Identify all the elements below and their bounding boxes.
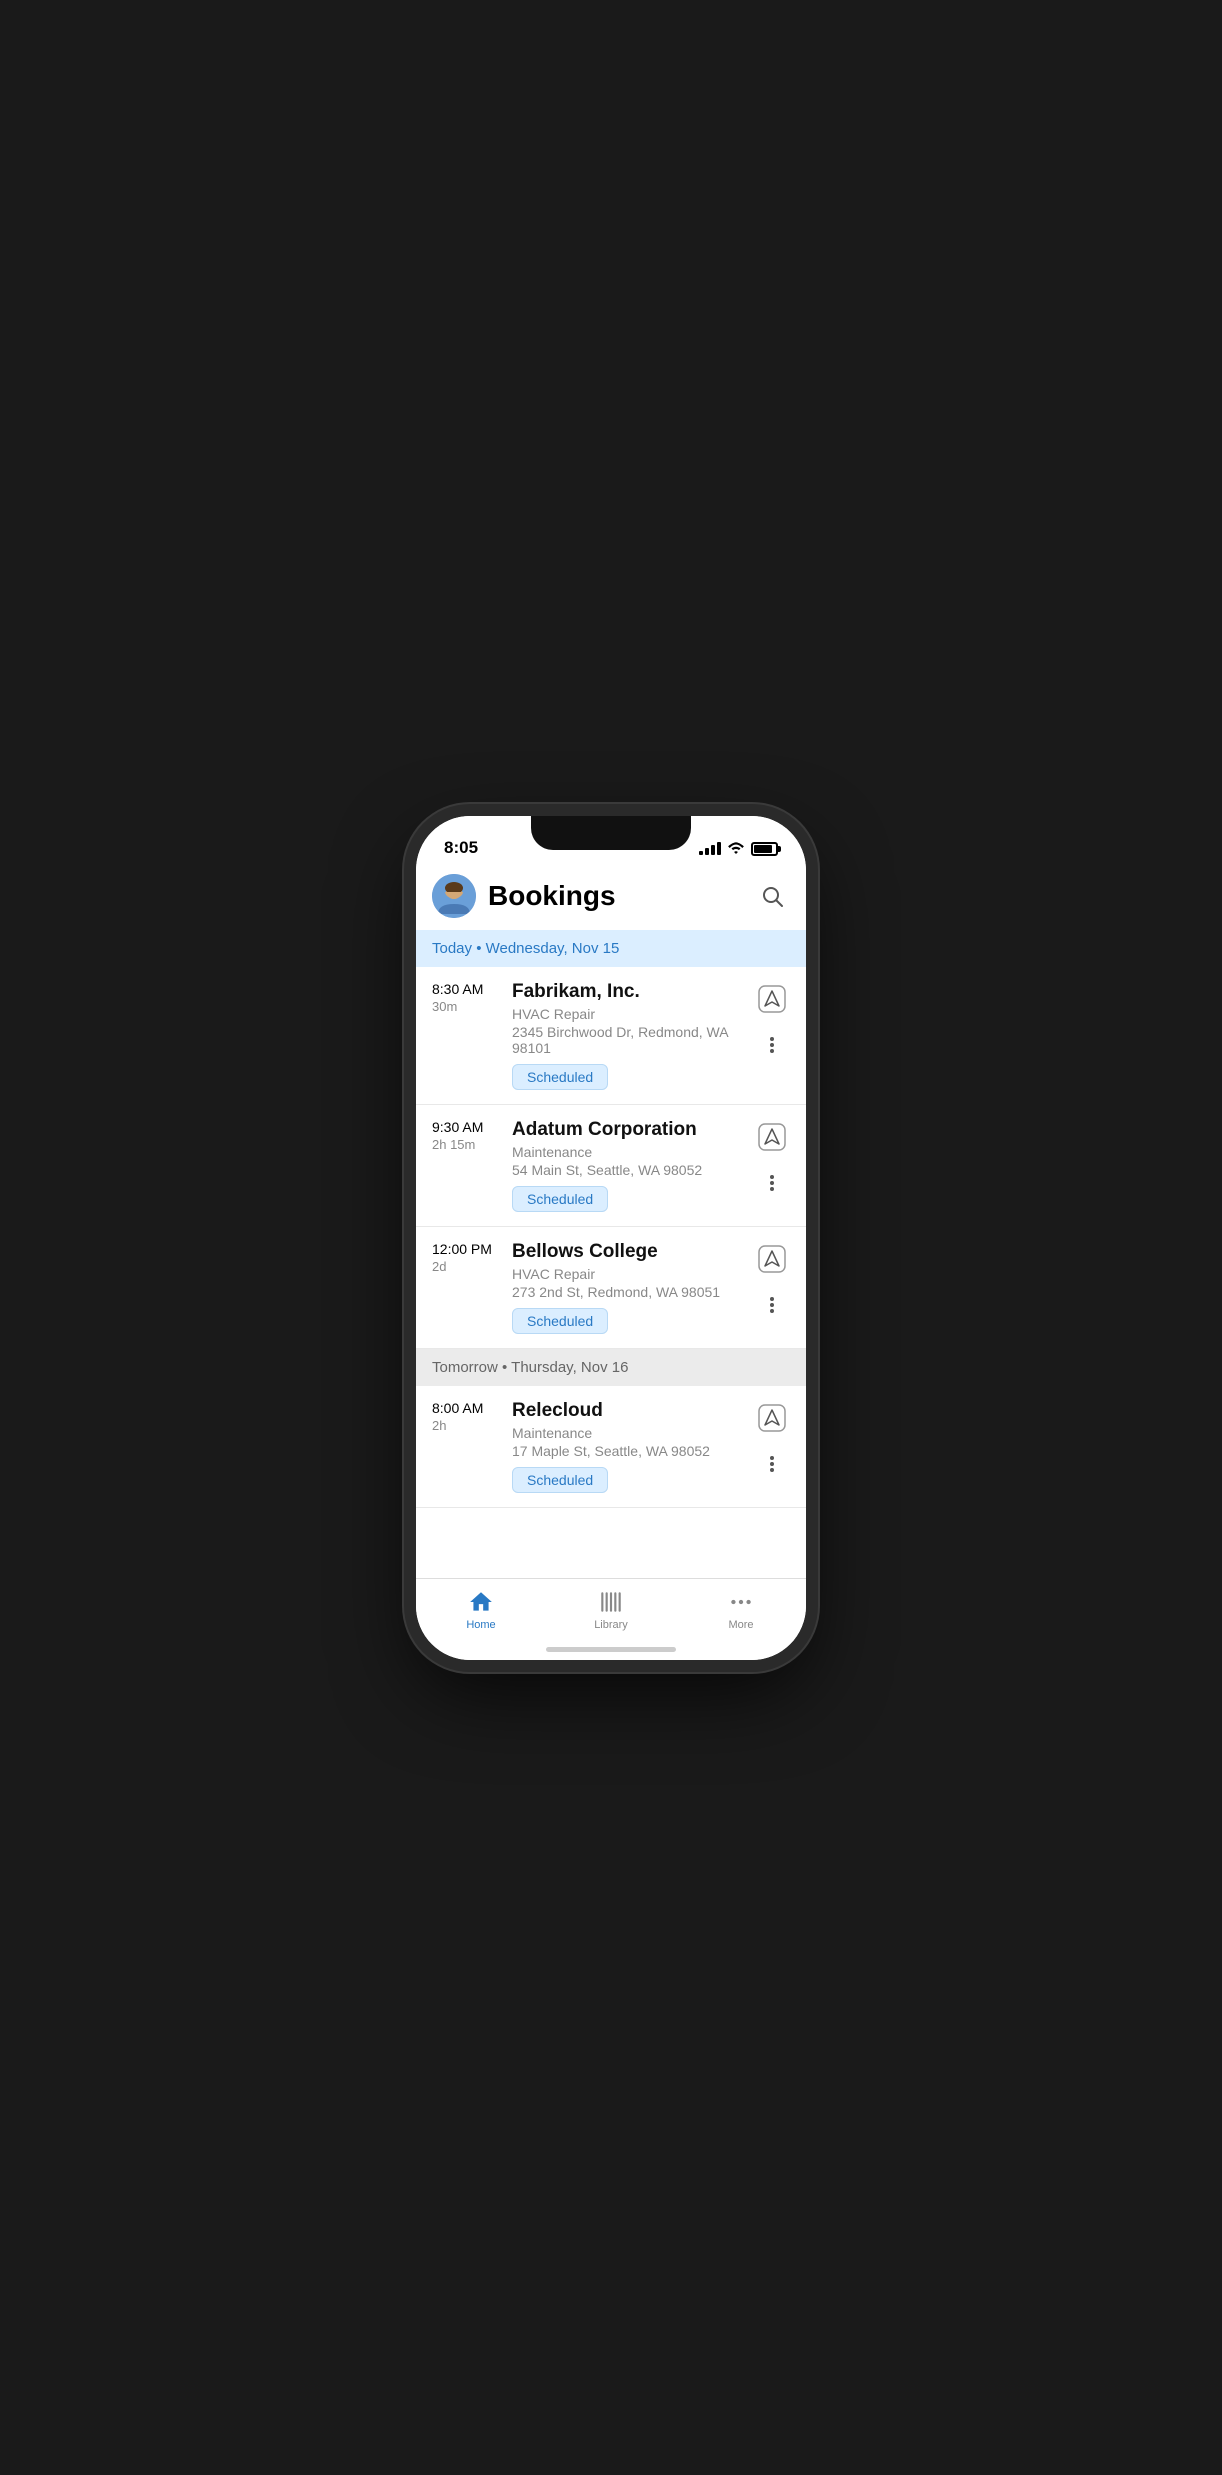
tab-home-label: Home: [466, 1619, 495, 1631]
avatar: [432, 874, 476, 918]
booking-actions: [754, 1119, 790, 1212]
navigate-button[interactable]: [754, 1400, 790, 1436]
navigation-icon: [757, 1244, 787, 1274]
phone-frame: 8:05: [416, 816, 806, 1660]
more-options-button[interactable]: [754, 1165, 790, 1201]
booking-time-main: 8:30 AM: [432, 981, 512, 997]
booking-time: 12:00 PM 2d: [432, 1241, 512, 1334]
booking-card: 9:30 AM 2h 15m Adatum Corporation Mainte…: [416, 1105, 806, 1227]
booking-actions: [754, 981, 790, 1090]
tab-more[interactable]: More: [676, 1589, 806, 1631]
tab-library-label: Library: [594, 1619, 628, 1631]
booking-name: Fabrikam, Inc.: [512, 981, 744, 1003]
booking-status[interactable]: Scheduled: [512, 1186, 608, 1212]
navigate-button[interactable]: [754, 981, 790, 1017]
navigate-button[interactable]: [754, 1119, 790, 1155]
app-title: Bookings: [488, 880, 754, 912]
today-label: Today • Wednesday, Nov 15: [432, 940, 619, 957]
booking-duration: 2h: [432, 1418, 512, 1433]
booking-name: Relecloud: [512, 1400, 744, 1422]
booking-actions: [754, 1241, 790, 1334]
more-dots-icon: [770, 1456, 774, 1472]
app-header: Bookings: [416, 866, 806, 930]
more-dots-icon: [770, 1037, 774, 1053]
booking-time: 8:30 AM 30m: [432, 981, 512, 1090]
navigate-button[interactable]: [754, 1241, 790, 1277]
booking-status[interactable]: Scheduled: [512, 1308, 608, 1334]
status-icons: [699, 840, 778, 858]
home-indicator: [546, 1647, 676, 1652]
booking-service: Maintenance: [512, 1144, 744, 1160]
more-options-button[interactable]: [754, 1446, 790, 1482]
booking-service: HVAC Repair: [512, 1266, 744, 1282]
booking-card: 8:00 AM 2h Relecloud Maintenance 17 Mapl…: [416, 1386, 806, 1508]
booking-info: Bellows College HVAC Repair 273 2nd St, …: [512, 1241, 744, 1334]
booking-actions: [754, 1400, 790, 1493]
booking-time-main: 9:30 AM: [432, 1119, 512, 1135]
avatar-image: [432, 874, 476, 918]
tab-library[interactable]: Library: [546, 1589, 676, 1631]
booking-duration: 2h 15m: [432, 1137, 512, 1152]
booking-time-main: 12:00 PM: [432, 1241, 512, 1257]
home-icon: [468, 1589, 494, 1615]
booking-card: 8:30 AM 30m Fabrikam, Inc. HVAC Repair 2…: [416, 967, 806, 1105]
wifi-icon: [727, 840, 745, 858]
booking-service: Maintenance: [512, 1425, 744, 1441]
booking-duration: 30m: [432, 999, 512, 1014]
navigation-icon: [757, 1122, 787, 1152]
booking-name: Bellows College: [512, 1241, 744, 1263]
battery-icon: [751, 842, 778, 856]
phone-screen: 8:05: [416, 816, 806, 1660]
navigation-icon: [757, 984, 787, 1014]
booking-address: 2345 Birchwood Dr, Redmond, WA 98101: [512, 1024, 744, 1056]
booking-time: 8:00 AM 2h: [432, 1400, 512, 1493]
more-options-button[interactable]: [754, 1027, 790, 1063]
booking-status[interactable]: Scheduled: [512, 1467, 608, 1493]
status-time: 8:05: [444, 838, 478, 858]
tomorrow-label: Tomorrow • Thursday, Nov 16: [432, 1359, 628, 1376]
tab-home[interactable]: Home: [416, 1589, 546, 1631]
search-button[interactable]: [754, 878, 790, 914]
booking-time-main: 8:00 AM: [432, 1400, 512, 1416]
tomorrow-header: Tomorrow • Thursday, Nov 16: [416, 1349, 806, 1386]
tab-more-label: More: [728, 1619, 753, 1631]
booking-info: Fabrikam, Inc. HVAC Repair 2345 Birchwoo…: [512, 981, 744, 1090]
more-dots-icon: [770, 1297, 774, 1313]
booking-address: 54 Main St, Seattle, WA 98052: [512, 1162, 744, 1178]
booking-status[interactable]: Scheduled: [512, 1064, 608, 1090]
more-dots-icon: [770, 1175, 774, 1191]
booking-address: 17 Maple St, Seattle, WA 98052: [512, 1443, 744, 1459]
booking-card: 12:00 PM 2d Bellows College HVAC Repair …: [416, 1227, 806, 1349]
signal-icon: [699, 842, 721, 855]
search-icon: [760, 884, 784, 908]
library-icon: [598, 1589, 624, 1615]
booking-info: Adatum Corporation Maintenance 54 Main S…: [512, 1119, 744, 1212]
booking-info: Relecloud Maintenance 17 Maple St, Seatt…: [512, 1400, 744, 1493]
booking-duration: 2d: [432, 1259, 512, 1274]
today-header: Today • Wednesday, Nov 15: [416, 930, 806, 967]
booking-name: Adatum Corporation: [512, 1119, 744, 1141]
notch: [531, 816, 691, 850]
more-options-button[interactable]: [754, 1287, 790, 1323]
booking-address: 273 2nd St, Redmond, WA 98051: [512, 1284, 744, 1300]
bookings-list: Today • Wednesday, Nov 15 8:30 AM 30m Fa…: [416, 930, 806, 1578]
booking-service: HVAC Repair: [512, 1006, 744, 1022]
booking-time: 9:30 AM 2h 15m: [432, 1119, 512, 1212]
navigation-icon: [757, 1403, 787, 1433]
more-icon: [728, 1589, 754, 1615]
